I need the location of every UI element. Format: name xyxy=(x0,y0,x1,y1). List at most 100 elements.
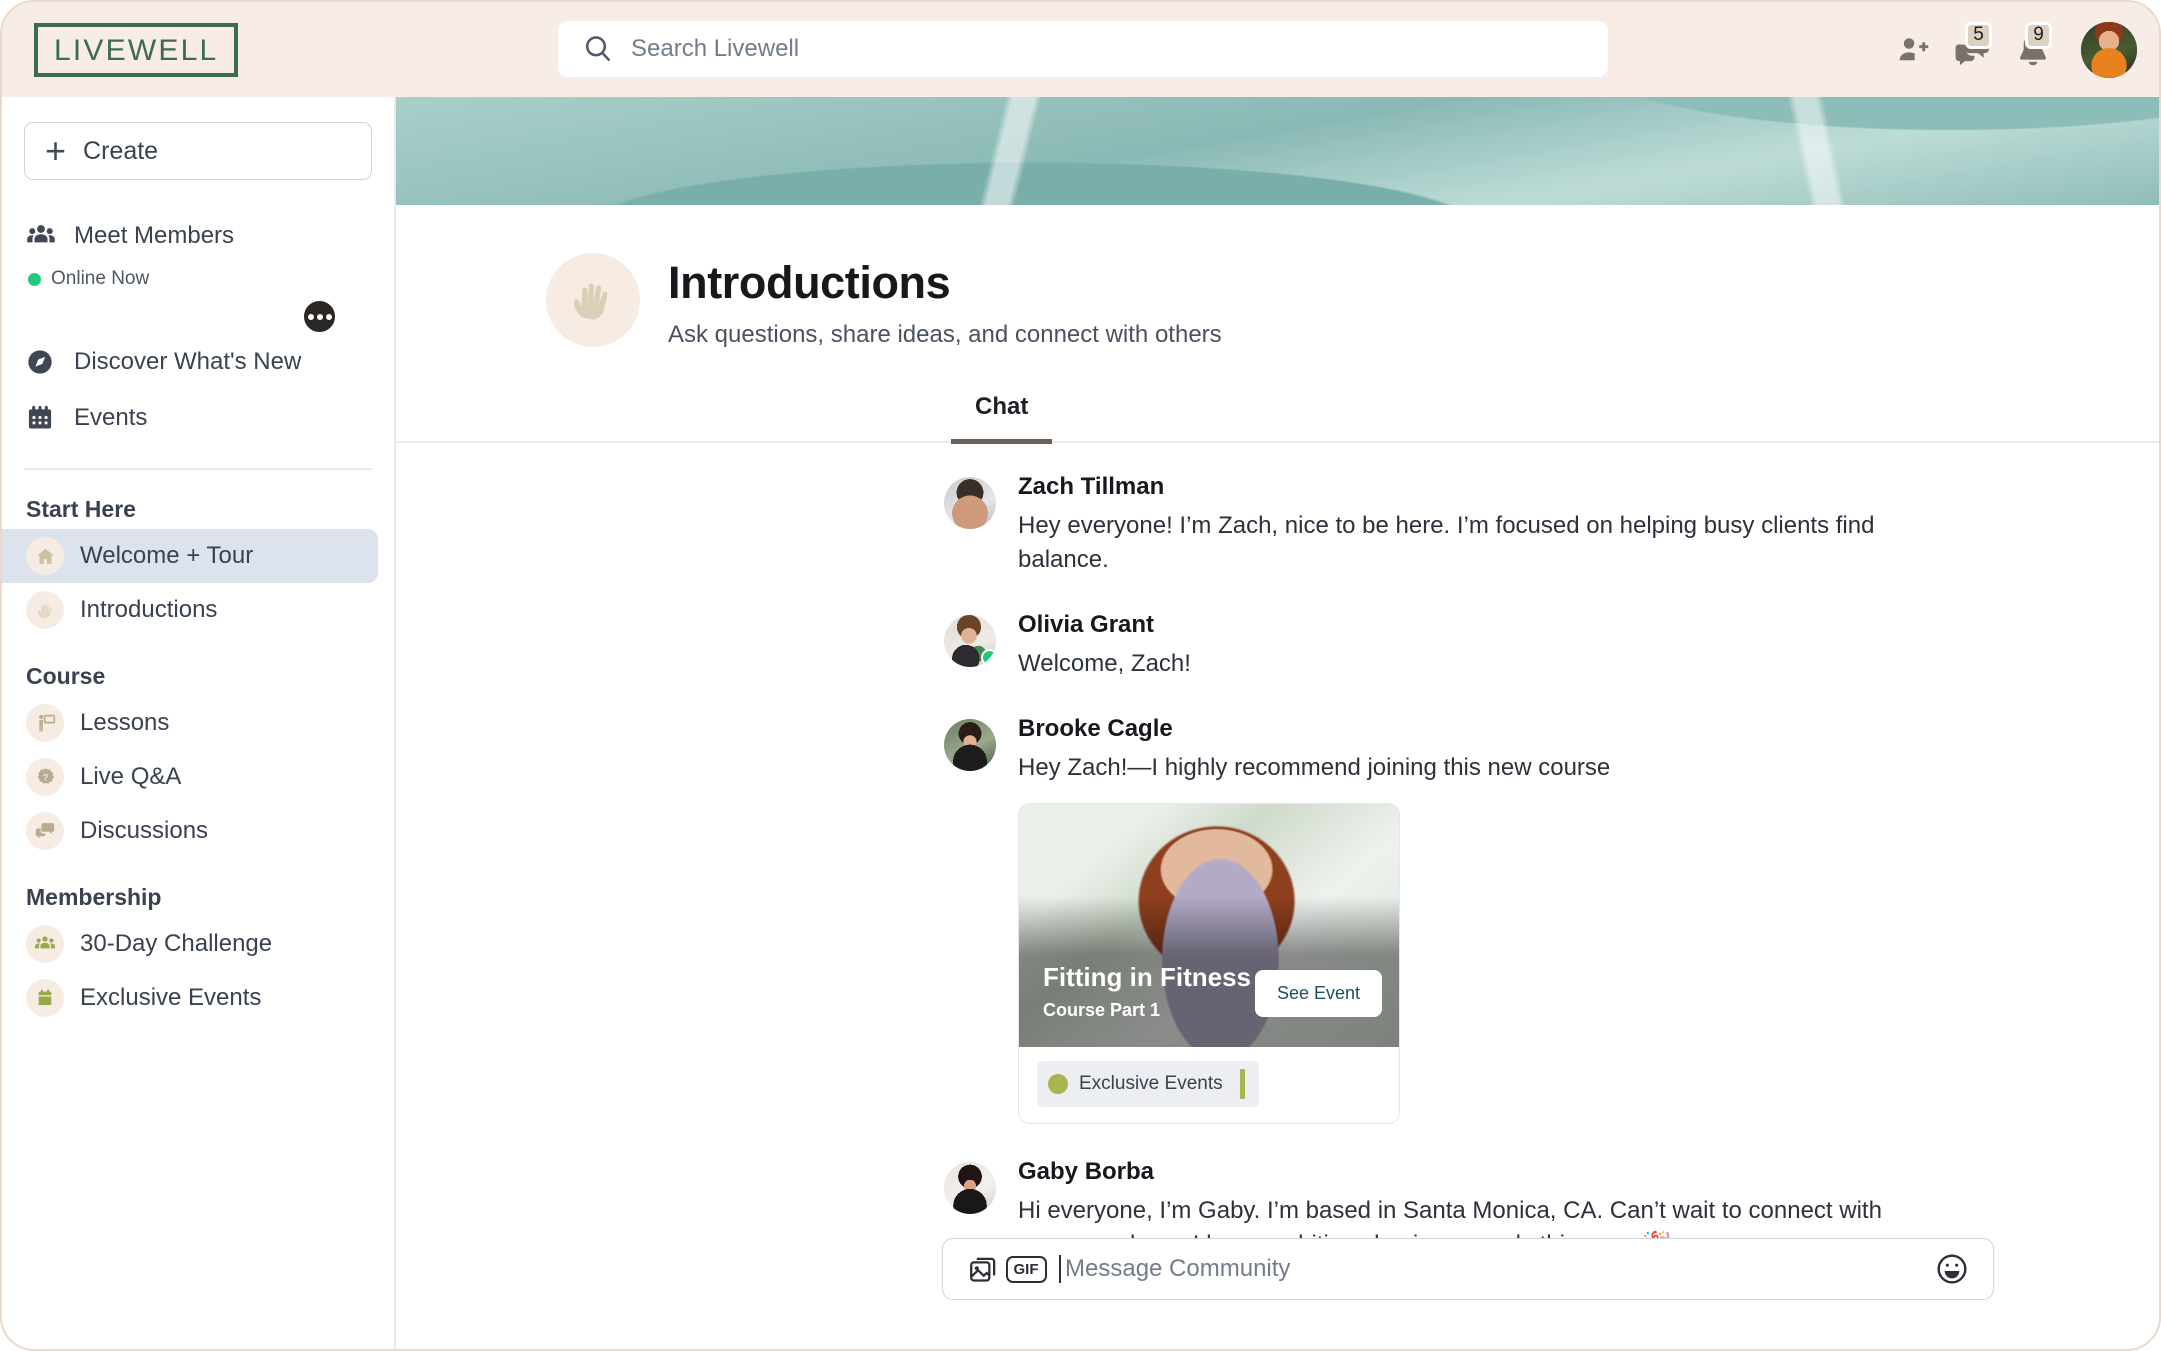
sidebar-item-label: Exclusive Events xyxy=(80,984,262,1011)
channel-banner-image xyxy=(396,97,2159,205)
event-tag[interactable]: Exclusive Events xyxy=(1037,1061,1259,1108)
svg-text:?: ? xyxy=(42,772,47,782)
sidebar-item-live-qa[interactable]: ? Live Q&A xyxy=(2,750,378,804)
gif-label: GIF xyxy=(1005,1255,1047,1283)
search-bar[interactable] xyxy=(558,21,1608,77)
page-title: Introductions xyxy=(668,257,951,308)
online-status-dot xyxy=(28,272,41,286)
compass-icon xyxy=(26,348,66,376)
sidebar-item-label: Events xyxy=(74,404,148,431)
plus-icon: + xyxy=(45,130,67,171)
avatar-photo xyxy=(2081,21,2137,78)
sidebar-item-welcome-tour[interactable]: Welcome + Tour xyxy=(2,529,378,583)
livewell-logo[interactable]: LIVEWELL xyxy=(34,22,239,77)
sidebar-item-label: 30-Day Challenge xyxy=(80,930,273,957)
channel-header: Introductions Ask questions, share ideas… xyxy=(396,205,2159,349)
chat-icon[interactable]: 5 xyxy=(1943,20,2003,80)
tab-bar: Chat xyxy=(396,393,2159,444)
sidebar-item-label: Lessons xyxy=(80,709,170,736)
sidebar-item-label: Introductions xyxy=(80,596,218,623)
online-members-strip[interactable] xyxy=(2,299,394,334)
event-footer: Exclusive Events xyxy=(1019,1047,1399,1123)
message-text: Hey everyone! I’m Zach, nice to be here.… xyxy=(1018,512,1875,574)
message-author: Zach Tillman xyxy=(1018,473,1165,500)
sidebar-item-meet-members[interactable]: Meet Members xyxy=(2,208,394,264)
tag-dot-icon xyxy=(1048,1074,1068,1095)
message-input[interactable] xyxy=(1065,1255,1931,1283)
online-status-dot xyxy=(981,649,996,667)
message-item: Zach Tillman Hey everyone! I’m Zach, nic… xyxy=(944,473,2159,577)
sidebar: + Create Meet Members Online Now Discove… xyxy=(2,97,396,1349)
create-label: Create xyxy=(83,136,159,165)
search-input[interactable] xyxy=(631,35,1531,63)
add-member-icon[interactable] xyxy=(1883,20,1943,80)
main-content: Introductions Ask questions, share ideas… xyxy=(396,97,2159,1349)
sidebar-item-label: Welcome + Tour xyxy=(80,542,254,569)
logo-text: LIVEWELL xyxy=(54,33,219,67)
sidebar-item-discussions[interactable]: Discussions xyxy=(2,804,378,858)
message-item: Olivia Grant Welcome, Zach! xyxy=(944,611,2159,681)
gif-icon[interactable]: GIF xyxy=(1005,1248,1047,1290)
event-image: Fitting in Fitness Course Part 1 See Eve… xyxy=(1019,804,1399,1048)
chat-bubbles-icon xyxy=(26,812,64,850)
wave-hand-icon xyxy=(26,591,64,629)
avatar[interactable] xyxy=(944,719,996,772)
online-now-text: Online Now xyxy=(51,268,150,289)
online-now-label[interactable]: Online Now xyxy=(2,268,394,290)
page-subtitle: Ask questions, share ideas, and connect … xyxy=(668,321,1222,348)
header-actions: 5 9 xyxy=(1883,2,2137,97)
sidebar-item-discover[interactable]: Discover What's New xyxy=(2,334,394,390)
chat-badge: 5 xyxy=(1965,21,1992,49)
tab-chat[interactable]: Chat xyxy=(951,393,1053,444)
event-title: Fitting in Fitness xyxy=(1043,962,1251,993)
message-item: Brooke Cagle Hey Zach!—I highly recommen… xyxy=(944,715,2159,1125)
calendar-small-icon xyxy=(26,979,64,1017)
sidebar-divider xyxy=(24,468,372,470)
event-overlay-text: Fitting in Fitness Course Part 1 xyxy=(1043,962,1251,1021)
avatar[interactable] xyxy=(2081,21,2137,78)
app-window: LIVEWELL 5 xyxy=(0,0,2161,1351)
message-text: Hey Zach!—I highly recommend joining thi… xyxy=(1018,754,1611,782)
text-caret xyxy=(1059,1255,1061,1283)
event-card[interactable]: Fitting in Fitness Course Part 1 See Eve… xyxy=(1018,803,1400,1125)
avatar[interactable] xyxy=(944,477,996,529)
sidebar-item-events[interactable]: Events xyxy=(2,390,394,446)
sidebar-item-label: Discussions xyxy=(80,817,209,844)
bell-badge: 9 xyxy=(2025,21,2052,49)
create-button[interactable]: + Create xyxy=(24,122,372,180)
sidebar-section-title: Membership xyxy=(26,884,162,910)
message-author: Brooke Cagle xyxy=(1018,715,1173,743)
top-header: LIVEWELL 5 xyxy=(2,2,2159,97)
search-icon xyxy=(582,33,614,65)
bell-icon[interactable]: 9 xyxy=(2003,20,2063,80)
group-icon xyxy=(26,925,64,963)
channel-meta: Introductions Ask questions, share ideas… xyxy=(668,257,1222,349)
see-event-button[interactable]: See Event xyxy=(1254,970,1382,1018)
avatar[interactable] xyxy=(944,1162,996,1215)
message-list: Zach Tillman Hey everyone! I’m Zach, nic… xyxy=(396,443,2159,1262)
avatar[interactable] xyxy=(944,615,996,668)
home-icon xyxy=(26,537,64,575)
sidebar-item-label: Meet Members xyxy=(74,222,235,249)
presentation-icon xyxy=(26,704,64,742)
message-author: Olivia Grant xyxy=(1018,611,1155,639)
wave-hand-icon xyxy=(546,253,640,347)
smiley-icon[interactable] xyxy=(1931,1248,1973,1290)
event-subtitle: Course Part 1 xyxy=(1043,1000,1161,1021)
more-dots-icon[interactable] xyxy=(302,299,337,334)
sidebar-item-introductions[interactable]: Introductions xyxy=(2,583,378,637)
tag-accent-bar xyxy=(1239,1069,1245,1100)
calendar-icon xyxy=(26,404,66,432)
event-tag-label: Exclusive Events xyxy=(1079,1073,1223,1095)
message-text: Welcome, Zach! xyxy=(1018,650,1191,678)
sidebar-item-30-day-challenge[interactable]: 30-Day Challenge xyxy=(2,917,378,971)
message-composer[interactable]: GIF xyxy=(942,1238,1994,1300)
message-author: Gaby Borba xyxy=(1018,1158,1155,1186)
sidebar-item-exclusive-events[interactable]: Exclusive Events xyxy=(2,971,378,1025)
sidebar-item-lessons[interactable]: Lessons xyxy=(2,696,378,750)
sidebar-item-label: Live Q&A xyxy=(80,763,182,790)
sidebar-section-title: Start Here xyxy=(26,496,136,522)
sidebar-item-label: Discover What's New xyxy=(74,348,302,375)
image-upload-icon[interactable] xyxy=(963,1248,1005,1290)
members-icon xyxy=(26,221,66,251)
